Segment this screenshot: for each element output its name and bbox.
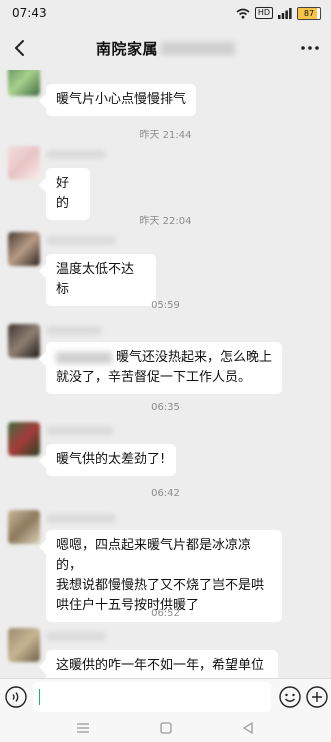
chat-title: 南院家属: [95, 39, 158, 58]
message-bubble[interactable]: 温度太低不达标: [46, 254, 156, 306]
system-nav-bar: [0, 714, 331, 742]
menu-icon[interactable]: [76, 722, 90, 734]
message-bubble[interactable]: 这暖供的咋一年不如一年，希望单位: [46, 650, 278, 678]
emoji-icon[interactable]: [279, 686, 301, 708]
avatar[interactable]: [8, 232, 40, 266]
message-bubble[interactable]: 暖气供的太差劲了!: [46, 444, 176, 476]
timestamp: 06:52: [151, 608, 180, 619]
signal-icon: [278, 7, 292, 19]
plus-icon[interactable]: [306, 686, 328, 708]
timestamp: 05:59: [151, 300, 180, 311]
hd-badge: HD: [254, 7, 273, 19]
sender-name: [46, 514, 116, 523]
voice-icon[interactable]: [5, 686, 27, 708]
home-square-icon[interactable]: [160, 722, 172, 734]
battery-percent: 87: [303, 8, 315, 18]
status-time: 07:43: [12, 6, 47, 20]
timestamp: 昨天 21:44: [139, 130, 192, 141]
avatar[interactable]: [8, 422, 40, 456]
message-bubble[interactable]: 暖气片小心点慢慢排气: [46, 84, 196, 116]
battery-icon: 87: [297, 6, 321, 20]
sender-name: [46, 632, 106, 641]
timestamp: 昨天 22:04: [139, 216, 192, 227]
title-redacted: [161, 41, 235, 55]
sender-name: [46, 426, 114, 435]
chevron-left-icon[interactable]: [8, 34, 32, 62]
mention-redacted: [56, 352, 112, 364]
avatar[interactable]: [8, 510, 40, 544]
avatar[interactable]: [8, 146, 40, 180]
avatar[interactable]: [8, 70, 40, 96]
chat-header: 南院家属: [0, 26, 331, 70]
back-triangle-icon[interactable]: [242, 722, 254, 734]
avatar[interactable]: [8, 324, 40, 358]
timestamp: 06:35: [151, 402, 180, 413]
message-input[interactable]: [33, 682, 271, 712]
avatar[interactable]: [8, 628, 40, 662]
text-cursor: [39, 689, 40, 705]
status-bar: 07:43 HD 87: [0, 0, 331, 26]
message-bubble[interactable]: 暖气还没热起来，怎么晚上 就没了，辛苦督促一下工作人员。: [46, 342, 282, 394]
input-bar: [0, 678, 331, 714]
chat-message-list[interactable]: 暖气片小心点慢慢排气 昨天 21:44 好的 昨天 22:04 温度太低不达标 …: [0, 70, 331, 678]
status-icons: HD 87: [236, 6, 321, 20]
timestamp: 06:42: [151, 488, 180, 499]
wifi-icon: [236, 8, 250, 19]
sender-name: [46, 150, 106, 159]
sender-name: [46, 326, 102, 335]
sender-name: [46, 236, 116, 245]
more-dots-icon[interactable]: [299, 36, 321, 60]
